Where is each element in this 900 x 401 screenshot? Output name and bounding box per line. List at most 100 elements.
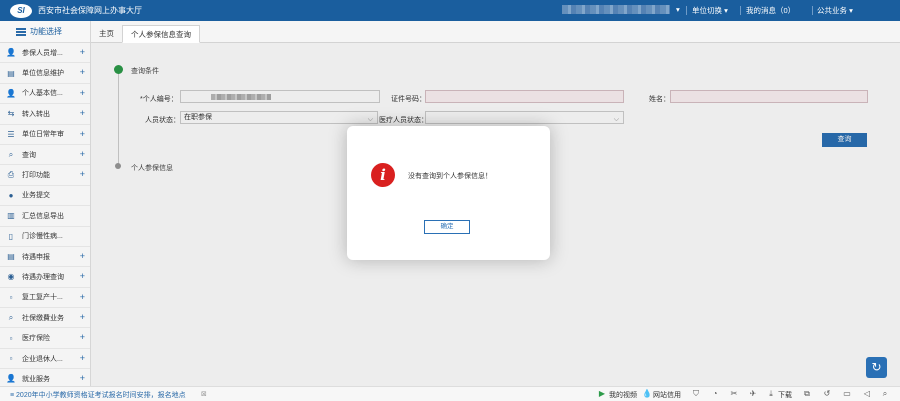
payment-search-icon: ⌕: [8, 312, 14, 322]
public-service-label: 公共业务: [817, 6, 847, 15]
logo-icon: SI: [10, 3, 32, 18]
download-icon[interactable]: ⤓: [766, 389, 776, 399]
sidebar-item[interactable]: ⌕ 查询 +: [0, 145, 90, 166]
sidebar-item[interactable]: ● 业务提交: [0, 186, 90, 207]
sidebar-item[interactable]: ▫ 企业退休人... +: [0, 349, 90, 370]
person-add-icon: 👤: [6, 48, 16, 58]
sidebar-toggle[interactable]: 功能选择: [0, 21, 90, 43]
query-icon: ◉: [7, 272, 15, 282]
header-dropdown-arrow[interactable]: ▾: [676, 5, 680, 14]
browser-status-bar: ≡ 2020年中小学教师资格证考试报名时间安排，报名地点 ⊠ ▶ 我的视频 💧 …: [0, 386, 900, 401]
sidebar-item[interactable]: ⌕ 社保缴費业务 +: [0, 308, 90, 329]
dialog-ok-button[interactable]: 确定: [424, 220, 470, 234]
news-ticker-link[interactable]: ≡ 2020年中小学教师资格证考试报名时间安排，报名地点: [10, 390, 186, 400]
expand-plus-icon[interactable]: +: [80, 332, 85, 342]
shield-icon[interactable]: ⛉: [691, 389, 701, 399]
tab-home[interactable]: 主页: [91, 25, 122, 43]
messages-link[interactable]: 我的消息（0）: [746, 5, 795, 16]
sidebar-item-label: 待遇办理查询: [22, 273, 64, 281]
sidebar-item[interactable]: ▯ 门诊慢性病...: [0, 227, 90, 247]
sidebar-item-label: 打印功能: [22, 172, 50, 180]
my-video-link[interactable]: 我的视频: [609, 390, 637, 400]
sidebar-item[interactable]: ▫ 复工复产十... +: [0, 288, 90, 309]
expand-plus-icon[interactable]: +: [80, 149, 85, 159]
public-service-menu[interactable]: 公共业务 ▾: [817, 5, 853, 16]
sidebar-item[interactable]: ▤ 待遇申报 +: [0, 247, 90, 268]
sidebar-item-label: 医疗保险: [22, 335, 50, 343]
broken-image-icon: ▫: [9, 354, 13, 364]
expand-plus-icon[interactable]: +: [80, 129, 85, 139]
volume-icon[interactable]: ◁: [862, 389, 872, 399]
sidebar-item-label: 单位信息维护: [22, 70, 64, 78]
refresh-small-icon[interactable]: ↺: [822, 389, 832, 399]
credit-drop-icon: 💧: [642, 389, 652, 398]
alert-dialog: i 没有查询到个人参保信息！ 确定: [347, 126, 550, 260]
export-icon: ▥: [7, 211, 15, 221]
refresh-icon[interactable]: ↻: [866, 357, 887, 378]
sidebar-item[interactable]: ⎙ 打印功能 +: [0, 165, 90, 186]
person-info-icon: 👤: [6, 88, 16, 98]
expand-plus-icon[interactable]: +: [80, 88, 85, 98]
expand-plus-icon[interactable]: +: [80, 108, 85, 118]
video-play-icon: ▶: [598, 389, 606, 398]
sidebar: 功能选择 👤 参保人员增... + ▤ 单位信息维护 + 👤 个人基本信... + ⇆ 转入转出 + ☰…: [0, 21, 91, 386]
search-icon: ⌕: [8, 149, 14, 159]
dialog-message: 没有查询到个人参保信息！: [408, 173, 492, 180]
top-header: SI 西安市社会保障网上办事大厅 ▾ 单位切换 ▾ 我的消息（0） 公共业务 ▾: [0, 0, 900, 21]
report-icon: ▤: [7, 252, 15, 262]
sidebar-item-label: 查询: [22, 151, 36, 159]
expand-plus-icon[interactable]: +: [80, 271, 85, 281]
expand-plus-icon[interactable]: +: [80, 169, 85, 179]
sidebar-item[interactable]: ⇆ 转入转出 +: [0, 104, 90, 125]
sidebar-item-label: 转入转出: [22, 110, 50, 118]
sidebar-item-label: 汇总信息导出: [22, 212, 64, 220]
tab-personal-insurance-query[interactable]: 个人参保信息查询: [122, 25, 200, 43]
unit-switch-link[interactable]: 单位切换 ▾: [692, 5, 728, 16]
sidebar-item-label: 门诊慢性病...: [22, 233, 63, 241]
speed-icon[interactable]: ◔: [710, 389, 720, 399]
download-link[interactable]: 下载: [778, 390, 792, 400]
expand-plus-icon[interactable]: +: [80, 47, 85, 57]
sidebar-item[interactable]: ▤ 单位信息维护 +: [0, 63, 90, 84]
tab-bar: 主页 个人参保信息查询: [91, 21, 900, 43]
expand-plus-icon[interactable]: +: [80, 353, 85, 363]
sidebar-item-label: 个人基本信...: [22, 90, 63, 98]
sidebar-item[interactable]: 👤 个人基本信... +: [0, 84, 90, 105]
sidebar-item[interactable]: ☰ 单位日常年审 +: [0, 125, 90, 145]
window-icon[interactable]: ⧉: [802, 389, 812, 399]
sidebar-item[interactable]: 👤 就业服务 +: [0, 369, 90, 386]
user-info-redacted: [562, 5, 670, 14]
menu-icon: [16, 27, 26, 36]
info-alert-icon: i: [371, 163, 395, 187]
expand-plus-icon[interactable]: +: [80, 292, 85, 302]
message-count: 0: [783, 6, 788, 15]
expand-plus-icon[interactable]: +: [80, 251, 85, 261]
sidebar-item[interactable]: ◉ 待遇办理查询 +: [0, 267, 90, 288]
cut-icon[interactable]: ✂: [729, 389, 739, 399]
site-credit-link[interactable]: 网站信用: [653, 390, 681, 400]
sidebar-item-label: 待遇申报: [22, 253, 50, 261]
sidebar-item[interactable]: ▥ 汇总信息导出: [0, 206, 90, 227]
print-icon: ⎙: [7, 170, 15, 180]
sidebar-item[interactable]: ▫ 医疗保险 +: [0, 328, 90, 349]
expand-plus-icon[interactable]: +: [80, 312, 85, 322]
news-text: 2020年中小学教师资格证考试报名时间安排，报名地点: [16, 392, 186, 399]
send-icon[interactable]: ✈: [748, 389, 758, 399]
sidebar-item-label: 就业服务: [22, 375, 50, 383]
app-title: 西安市社会保障网上办事大厅: [38, 6, 142, 15]
broken-image-icon: ▫: [9, 292, 13, 302]
messages-label: 我的消息: [746, 6, 776, 15]
screen-icon[interactable]: ▭: [842, 389, 852, 399]
sidebar-item-label: 单位日常年审: [22, 131, 64, 139]
employment-icon: 👤: [6, 374, 16, 384]
sidebar-item[interactable]: 👤 参保人员增... +: [0, 43, 90, 64]
unit-edit-icon: ▤: [7, 68, 15, 78]
zoom-search-icon[interactable]: ⌕: [880, 389, 890, 399]
expand-plus-icon[interactable]: +: [80, 373, 85, 383]
clinic-icon: ▯: [8, 231, 14, 241]
news-close-icon[interactable]: ⊠: [201, 390, 207, 398]
sidebar-item-label: 参保人员增...: [22, 49, 63, 57]
sidebar-item-label: 社保缴費业务: [22, 314, 64, 322]
expand-plus-icon[interactable]: +: [80, 67, 85, 77]
sidebar-title: 功能选择: [30, 27, 62, 36]
